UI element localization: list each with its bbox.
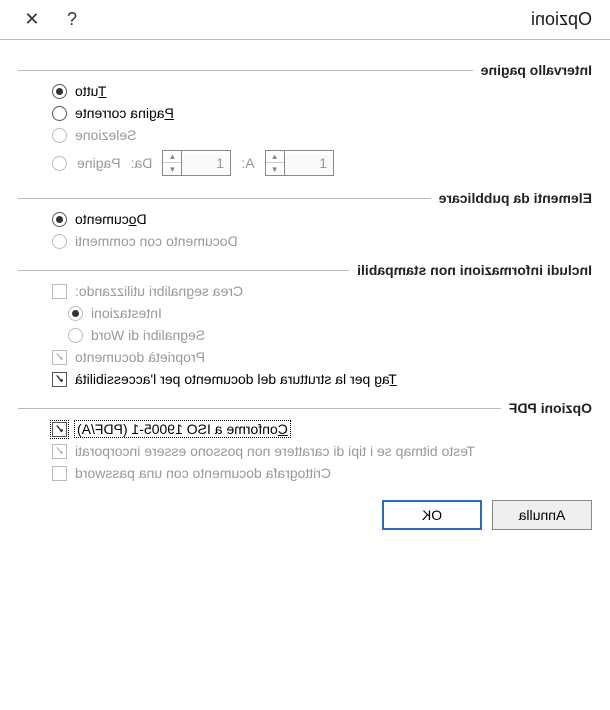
dialog-content: Intervallo pagine Tutto Pagina corrente … [0, 40, 610, 484]
ok-button[interactable]: OK [382, 500, 482, 530]
label-word-bookmarks: Segnalibri di Word [91, 327, 205, 343]
close-icon: ✕ [24, 9, 39, 30]
label-current: Pagina corrente [75, 105, 174, 121]
button-bar: Annulla OK [0, 484, 610, 546]
dialog-title: Opzioni [92, 9, 598, 30]
section-publish: Elementi da pubblicare [18, 190, 592, 206]
help-icon: ? [67, 9, 77, 30]
label-bookmarks: Crea segnalibri utilizzando: [75, 283, 243, 299]
row-bookmarks: Crea segnalibri utilizzando: [18, 280, 592, 302]
row-pages: ▲▼ A: ▲▼ Da: Pagine [18, 146, 592, 180]
radio-doc-comments [52, 234, 67, 249]
section-publish-title: Elementi da pubblicare [439, 190, 592, 206]
row-document: Documento [18, 208, 592, 230]
help-button[interactable]: ? [52, 0, 92, 40]
input-from[interactable] [182, 155, 230, 171]
radio-headings [68, 306, 83, 321]
divider [18, 70, 473, 71]
titlebar: Opzioni ? ✕ [0, 0, 610, 40]
checkbox-tags[interactable] [52, 372, 67, 387]
checkbox-bitmap [52, 444, 67, 459]
row-word-bookmarks: Segnalibri di Word [18, 324, 592, 346]
row-bitmap: Testo bitmap se i tipi di carattere non … [18, 440, 592, 462]
label-docprops: Proprietà documento [75, 349, 205, 365]
section-pdf: Opzioni PDF [18, 400, 592, 416]
input-to[interactable] [285, 155, 333, 171]
label-to: A: [241, 155, 254, 171]
spin-up-icon[interactable]: ▲ [266, 151, 284, 163]
checkbox-iso[interactable] [52, 422, 67, 437]
spin-up-icon[interactable]: ▲ [163, 151, 181, 163]
spin-to[interactable]: ▲▼ [265, 150, 334, 176]
divider [18, 408, 501, 409]
section-nonprint: Includi informazioni non stampabili [18, 262, 592, 278]
row-headings: Intestazioni [18, 302, 592, 324]
close-button[interactable]: ✕ [12, 0, 52, 40]
label-selection: Selezione [75, 127, 137, 143]
radio-document[interactable] [52, 212, 67, 227]
label-bitmap: Testo bitmap se i tipi di carattere non … [75, 443, 475, 459]
row-all: Tutto [18, 80, 592, 102]
checkbox-bookmarks [52, 284, 67, 299]
label-from: Da: [131, 155, 153, 171]
cancel-button[interactable]: Annulla [492, 500, 592, 530]
row-selection: Selezione [18, 124, 592, 146]
spin-down-icon[interactable]: ▼ [266, 163, 284, 175]
spin-from[interactable]: ▲▼ [162, 150, 231, 176]
label-doc-comments: Documento con commenti [75, 233, 238, 249]
label-document: Documento [75, 211, 147, 227]
section-pdf-title: Opzioni PDF [509, 400, 592, 416]
radio-selection [52, 128, 67, 143]
checkbox-encrypt [52, 466, 67, 481]
label-tags: Tag per la struttura del documento per l… [75, 371, 397, 387]
radio-pages[interactable] [52, 156, 67, 171]
radio-current-page[interactable] [52, 106, 67, 121]
spin-down-icon[interactable]: ▼ [163, 163, 181, 175]
label-pages: Pagine [77, 155, 121, 171]
divider [18, 198, 431, 199]
row-tags: Tag per la struttura del documento per l… [18, 368, 592, 390]
divider [18, 270, 349, 271]
checkbox-docprops [52, 350, 67, 365]
row-doc-comments: Documento con commenti [18, 230, 592, 252]
label-headings: Intestazioni [91, 305, 162, 321]
row-current: Pagina corrente [18, 102, 592, 124]
label-all: Tutto [75, 83, 106, 99]
section-page-range-title: Intervallo pagine [481, 62, 592, 78]
section-page-range: Intervallo pagine [18, 62, 592, 78]
row-iso: Conforme a ISO 19005-1 (PDF/A) [18, 418, 592, 440]
section-nonprint-title: Includi informazioni non stampabili [357, 262, 592, 278]
row-encrypt: Crittografa documento con una password [18, 462, 592, 484]
label-encrypt: Crittografa documento con una password [75, 465, 331, 481]
radio-word-bookmarks [68, 328, 83, 343]
radio-all[interactable] [52, 84, 67, 99]
row-docprops: Proprietà documento [18, 346, 592, 368]
label-iso: Conforme a ISO 19005-1 (PDF/A) [75, 421, 290, 437]
